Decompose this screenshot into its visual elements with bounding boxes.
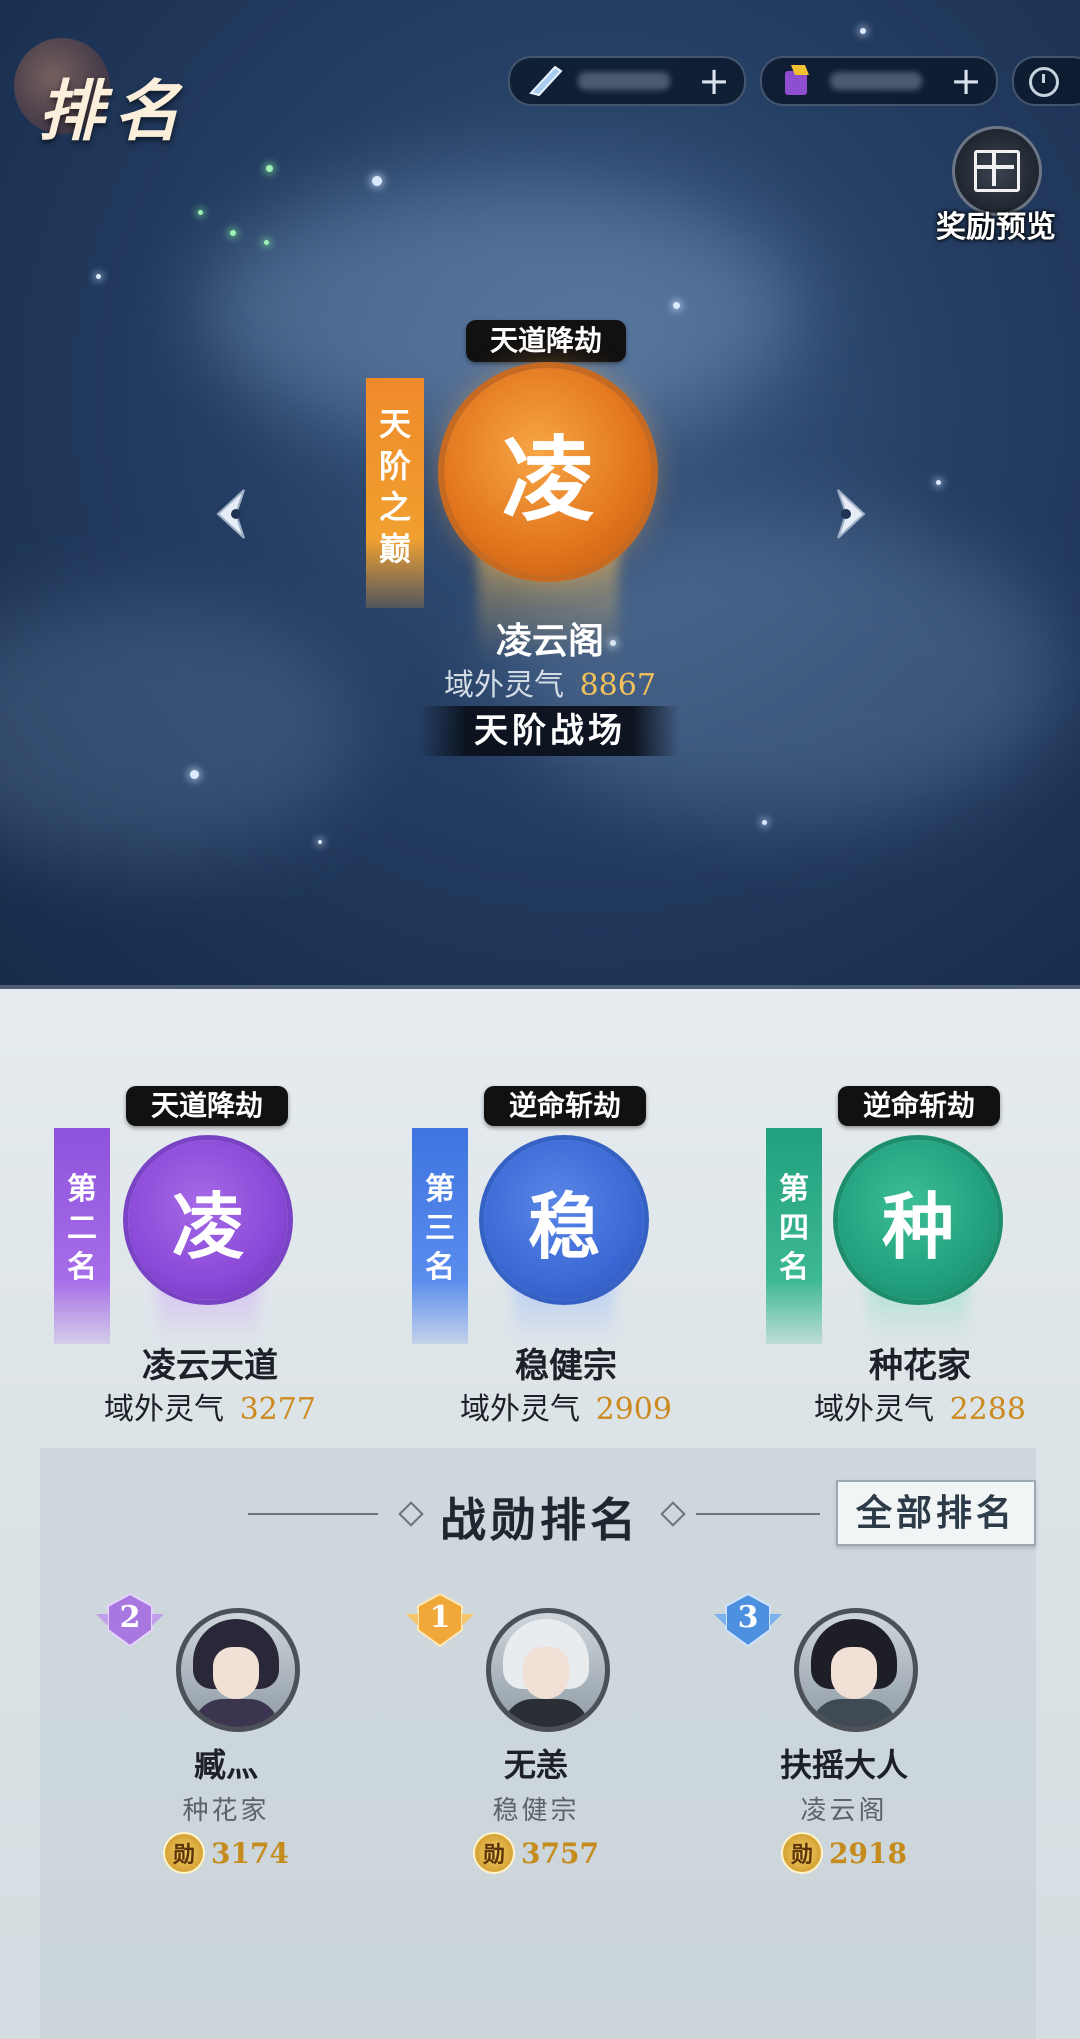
player-sect: 凌云阁 <box>800 1796 888 1826</box>
rank4-banner: 第四名 <box>766 1128 822 1344</box>
merit-row: 勋 3757 <box>386 1832 686 1874</box>
add-gold-button[interactable]: + <box>950 62 982 100</box>
resource-pill-spirit-stone: + <box>508 56 746 106</box>
rank4-name: 种花家 <box>869 1346 971 1386</box>
player-avatar[interactable] <box>486 1608 610 1732</box>
chevron-right-icon <box>837 489 866 539</box>
resource-value-hidden <box>830 72 922 90</box>
title-deco-line-right <box>696 1513 820 1515</box>
stat-value: 2288 <box>949 1392 1026 1427</box>
rank-number: 1 <box>429 1600 451 1635</box>
champion-title-tag: 天道降劫 <box>466 320 626 362</box>
rank3-stat: 域外灵气 2909 <box>416 1384 716 1428</box>
champion-emblem[interactable]: 凌 <box>444 368 652 576</box>
rank2-banner: 第二名 <box>54 1128 110 1344</box>
resource-value-hidden <box>578 72 670 90</box>
reward-preview-button[interactable]: 奖励预览 <box>926 126 1066 246</box>
add-spirit-stone-button[interactable]: + <box>698 62 730 100</box>
clock-icon <box>1029 67 1059 97</box>
title-deco-line-left <box>248 1513 378 1515</box>
rank3-banner: 第三名 <box>412 1128 468 1344</box>
gift-icon <box>974 150 1020 192</box>
champion-stat: 域外灵气 8867 <box>380 660 720 704</box>
rank3-title-tag: 逆命斩劫 <box>484 1086 646 1126</box>
stat-value: 2909 <box>595 1392 672 1427</box>
resource-pill-gold: + <box>760 56 998 106</box>
player-name: 无恙 <box>503 1746 568 1784</box>
rank2-title-tag: 天道降劫 <box>126 1086 288 1126</box>
page-title: 排名 <box>38 72 190 150</box>
rank3-emblem[interactable]: 稳 <box>484 1140 644 1300</box>
stat-label: 域外灵气 <box>460 1392 581 1427</box>
rank-badge: 1 <box>404 1592 476 1650</box>
player-name: 臧灬 <box>193 1746 258 1784</box>
merit-player-card[interactable]: 2 臧灬 种花家 勋 3174 <box>76 1592 376 1892</box>
rank2-stat: 域外灵气 3277 <box>60 1384 360 1428</box>
rank-number: 2 <box>119 1600 141 1635</box>
merit-row: 勋 2918 <box>694 1832 994 1874</box>
stat-label: 域外灵气 <box>444 668 565 703</box>
history-clock-button[interactable] <box>1012 56 1080 106</box>
merit-coin-icon: 勋 <box>781 1832 824 1874</box>
rank2-name: 凌云天道 <box>142 1346 278 1386</box>
prev-arrow-button[interactable] <box>210 486 254 542</box>
chevron-left-icon <box>216 489 245 539</box>
stat-value: 3277 <box>239 1392 316 1427</box>
section-divider <box>0 985 1080 989</box>
merit-player-card[interactable]: 1 无恙 稳健宗 勋 3757 <box>386 1592 686 1892</box>
merit-coin-icon: 勋 <box>473 1832 516 1874</box>
merit-row: 勋 3174 <box>76 1832 376 1874</box>
stat-label: 域外灵气 <box>104 1392 225 1427</box>
rank3-name: 稳健宗 <box>515 1346 617 1386</box>
rank-badge: 2 <box>94 1592 166 1650</box>
player-avatar[interactable] <box>176 1608 300 1732</box>
merit-player-card[interactable]: 3 扶摇大人 凌云阁 勋 2918 <box>694 1592 994 1892</box>
reward-preview-label: 奖励预览 <box>936 210 1056 245</box>
rank-badge: 3 <box>712 1592 784 1650</box>
player-avatar[interactable] <box>794 1608 918 1732</box>
next-arrow-button[interactable] <box>828 486 872 542</box>
player-name: 扶摇大人 <box>779 1746 908 1784</box>
all-rankings-button[interactable]: 全部排名 <box>836 1480 1036 1546</box>
player-sect: 稳健宗 <box>492 1796 580 1826</box>
stat-value: 8867 <box>579 668 656 703</box>
battlefield-button[interactable]: 天阶战场 <box>420 706 680 756</box>
merit-value: 2918 <box>829 1836 907 1870</box>
rank2-emblem[interactable]: 凌 <box>128 1140 288 1300</box>
merit-coin-icon: 勋 <box>163 1832 206 1874</box>
merit-ranking-title: 战勋排名 <box>440 1493 640 1547</box>
rank-number: 3 <box>737 1600 759 1635</box>
rank4-stat: 域外灵气 2288 <box>770 1384 1070 1428</box>
merit-value: 3174 <box>211 1836 289 1870</box>
gold-token-icon <box>774 61 820 101</box>
merit-value: 3757 <box>521 1836 599 1870</box>
player-sect: 种花家 <box>182 1796 270 1826</box>
champion-banner: 天阶之巅 <box>366 378 424 608</box>
champion-name: 凌云阁 <box>495 620 604 662</box>
feather-crystal-icon <box>522 61 568 101</box>
rank4-title-tag: 逆命斩劫 <box>838 1086 1000 1126</box>
stat-label: 域外灵气 <box>814 1392 935 1427</box>
rank4-emblem[interactable]: 种 <box>838 1140 998 1300</box>
